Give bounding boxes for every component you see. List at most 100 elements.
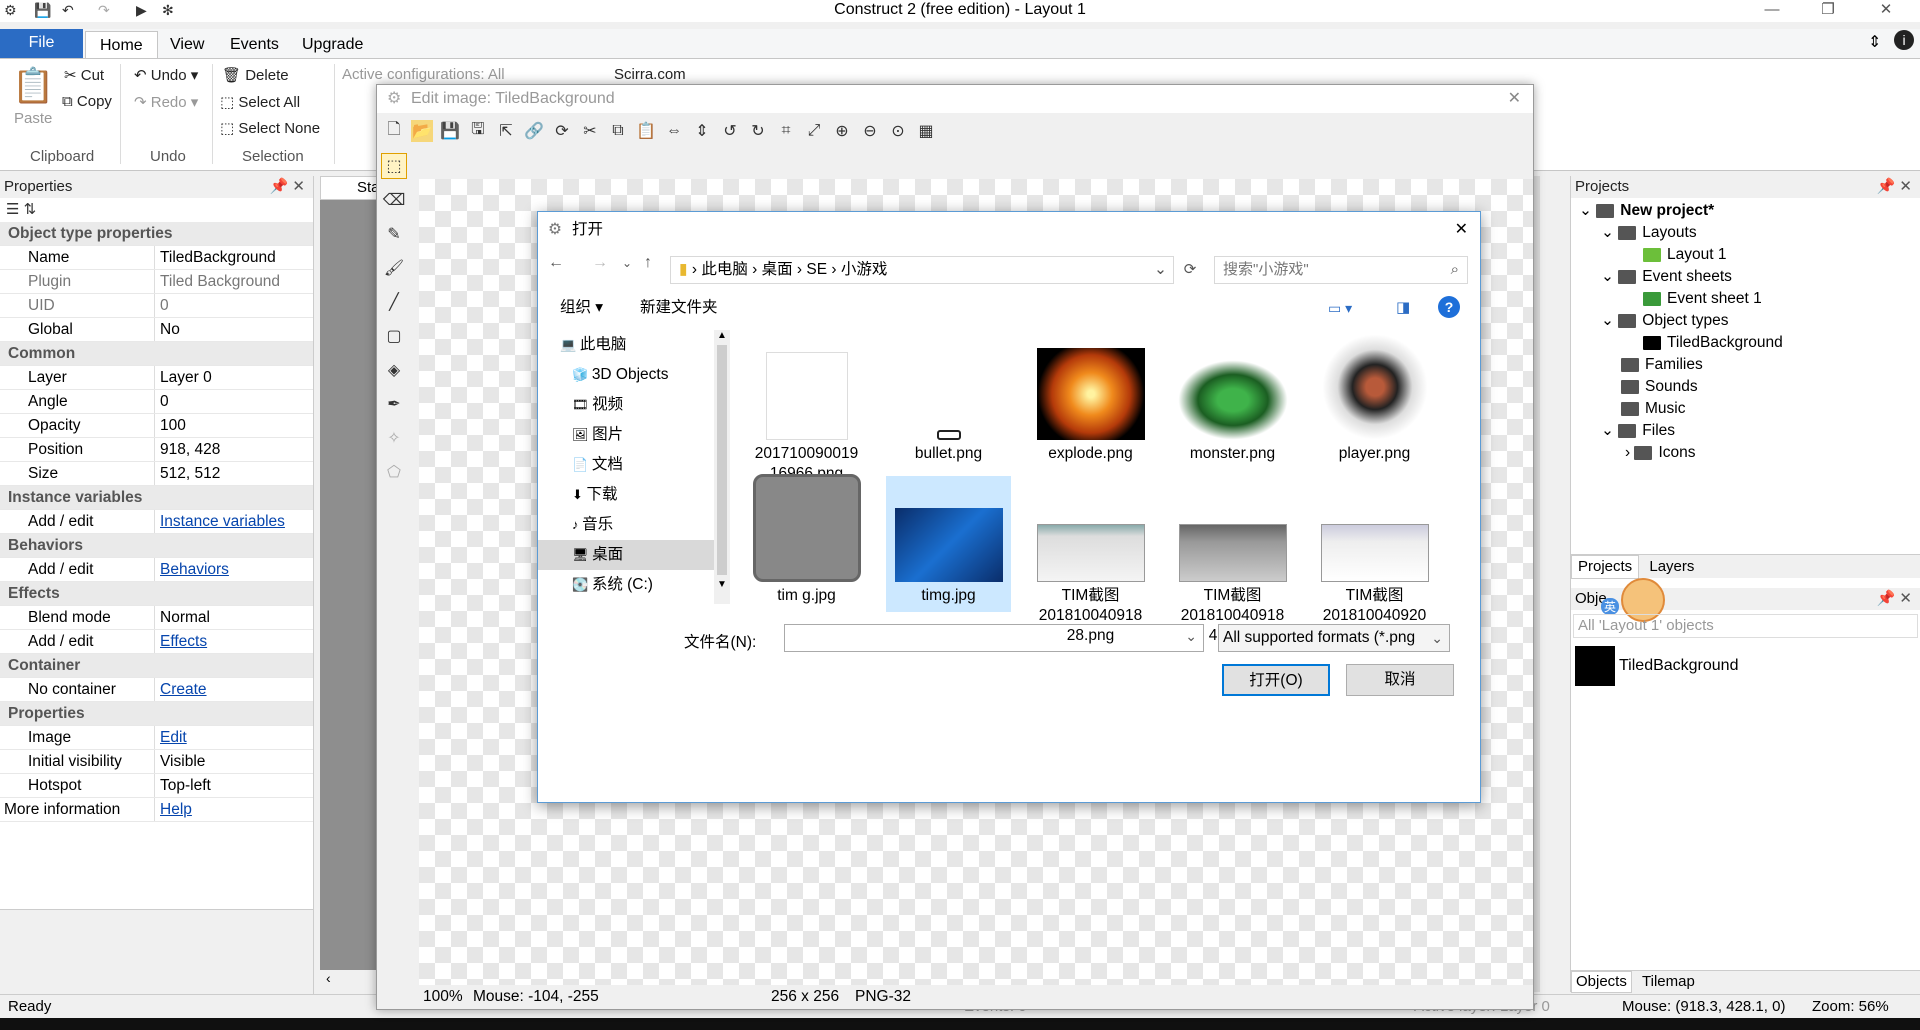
- tree-object-types[interactable]: ⌄ Object types: [1579, 310, 1920, 332]
- tree-layout-1[interactable]: Layout 1: [1579, 244, 1920, 266]
- view-options-icon[interactable]: ▭ ▾: [1328, 296, 1352, 320]
- property-row[interactable]: More information Help: [0, 798, 313, 822]
- nav-item[interactable]: ⬇ 下载: [538, 480, 714, 510]
- scroll-down-icon[interactable]: ▼: [714, 579, 730, 590]
- export-icon[interactable]: ⇱: [495, 120, 517, 142]
- property-row[interactable]: Global No: [0, 318, 313, 342]
- rectangle-select-icon[interactable]: ⬚: [381, 153, 407, 179]
- address-bar[interactable]: ▮ › 此电脑 › 桌面 › SE › 小游戏 ⌄: [670, 256, 1174, 284]
- cancel-button[interactable]: 取消: [1346, 664, 1454, 696]
- tab-view[interactable]: View: [156, 31, 218, 59]
- breadcrumb-item[interactable]: SE: [806, 261, 827, 278]
- close-icon[interactable]: 📌 ✕: [1877, 588, 1912, 610]
- recent-dropdown-icon[interactable]: ⌄: [622, 256, 632, 270]
- breadcrumb-item[interactable]: 小游戏: [841, 261, 888, 278]
- property-category[interactable]: Object type properties: [0, 222, 313, 246]
- vertical-scrollbar[interactable]: [1540, 176, 1560, 992]
- file-item[interactable]: timg.jpg: [886, 476, 1011, 612]
- pencil-icon[interactable]: ✎: [381, 221, 407, 247]
- property-link[interactable]: Edit: [155, 726, 187, 749]
- tree-root[interactable]: ⌄ New project*: [1579, 200, 1920, 222]
- undo-button[interactable]: ↶ Undo ▾: [134, 66, 198, 84]
- tab-home[interactable]: Home: [85, 31, 158, 59]
- breadcrumb-item[interactable]: 桌面: [762, 261, 793, 278]
- nav-item[interactable]: 🧊 3D Objects: [538, 360, 714, 390]
- paste-icon[interactable]: 📋: [635, 120, 657, 142]
- file-item[interactable]: TIM截图 201810040918 28.png: [1028, 476, 1153, 644]
- tree-files[interactable]: ⌄ Files: [1579, 420, 1920, 442]
- property-category[interactable]: Container: [0, 654, 313, 678]
- zoom-out-icon[interactable]: ⊖: [859, 120, 881, 142]
- redo-button[interactable]: ↷ Redo ▾: [134, 93, 198, 111]
- property-row[interactable]: Hotspot Top-left: [0, 774, 313, 798]
- property-row[interactable]: UID 0: [0, 294, 313, 318]
- grid-icon[interactable]: ▦: [915, 120, 937, 142]
- property-link[interactable]: Create: [155, 678, 207, 701]
- categorized-icon[interactable]: ☰: [6, 201, 19, 218]
- rotate-ccw-icon[interactable]: ↺: [719, 120, 741, 142]
- polygon-icon[interactable]: ⬠: [381, 459, 407, 485]
- file-item[interactable]: monster.png: [1170, 334, 1295, 470]
- new-folder-button[interactable]: 新建文件夹: [640, 296, 718, 320]
- flip-horizontal-icon[interactable]: ⇔: [663, 120, 685, 142]
- sort-az-icon[interactable]: ⇅: [24, 201, 37, 218]
- active-config-dropdown[interactable]: Active configurations: All: [342, 66, 505, 83]
- property-link[interactable]: Effects: [155, 630, 207, 653]
- file-tab[interactable]: File: [0, 29, 83, 58]
- up-icon[interactable]: ↑: [644, 254, 652, 272]
- tab-tilemap[interactable]: Tilemap: [1636, 973, 1701, 990]
- info-icon[interactable]: i: [1894, 30, 1914, 50]
- preview-pane-icon[interactable]: ◨: [1396, 296, 1410, 320]
- zoom-in-icon[interactable]: ⊕: [831, 120, 853, 142]
- refresh-icon[interactable]: ⟳: [551, 120, 573, 142]
- nav-item[interactable]: 💽 系统 (C:): [538, 570, 714, 600]
- refresh-icon[interactable]: ⟳: [1178, 256, 1202, 284]
- property-row[interactable]: Name TiledBackground: [0, 246, 313, 270]
- property-row[interactable]: Add / edit Instance variables: [0, 510, 313, 534]
- property-link[interactable]: Instance variables: [155, 510, 285, 533]
- property-row[interactable]: Add / edit Effects: [0, 630, 313, 654]
- select-all-button[interactable]: ⬚ Select All: [220, 93, 300, 111]
- search-input[interactable]: 搜索"小游戏" ⌕: [1214, 256, 1468, 284]
- new-icon[interactable]: 🗋: [383, 120, 405, 142]
- link-icon[interactable]: 🔗: [523, 120, 545, 142]
- cut-button[interactable]: ✂ Cut: [64, 66, 104, 84]
- property-category[interactable]: Properties: [0, 702, 313, 726]
- property-row[interactable]: Plugin Tiled Background: [0, 270, 313, 294]
- color-picker-icon[interactable]: ✒: [381, 391, 407, 417]
- property-row[interactable]: Opacity 100: [0, 414, 313, 438]
- close-icon[interactable]: ✕: [1508, 85, 1521, 113]
- nav-item[interactable]: 🎞 视频: [538, 390, 714, 420]
- property-row[interactable]: Position 918, 428: [0, 438, 313, 462]
- forward-icon[interactable]: →: [592, 254, 608, 272]
- object-item[interactable]: TiledBackground: [1575, 646, 1738, 686]
- tree-sounds[interactable]: Sounds: [1579, 376, 1920, 398]
- property-category[interactable]: Behaviors: [0, 534, 313, 558]
- tab-layers[interactable]: Layers: [1643, 558, 1700, 575]
- file-item[interactable]: explode.png: [1028, 334, 1153, 470]
- file-item[interactable]: tim g.jpg: [744, 474, 869, 612]
- scroll-up-icon[interactable]: ▲: [714, 330, 730, 341]
- property-category[interactable]: Effects: [0, 582, 313, 606]
- breadcrumb-item[interactable]: 此电脑: [701, 261, 748, 278]
- back-icon[interactable]: ←: [548, 254, 564, 272]
- organize-button[interactable]: 组织 ▾: [560, 296, 603, 320]
- filename-input[interactable]: ⌄: [784, 624, 1204, 652]
- property-row[interactable]: No container Create: [0, 678, 313, 702]
- flip-vertical-icon[interactable]: ⇕: [691, 120, 713, 142]
- rectangle-icon[interactable]: ▢: [381, 323, 407, 349]
- objects-filter[interactable]: All 'Layout 1' objects: [1573, 614, 1918, 638]
- tree-icons[interactable]: › Icons: [1579, 442, 1920, 464]
- sort-icon[interactable]: ⇕: [1868, 32, 1881, 52]
- help-icon[interactable]: ?: [1438, 296, 1460, 318]
- close-icon[interactable]: 📌 ✕: [270, 176, 305, 198]
- file-item[interactable]: player.png: [1312, 334, 1437, 470]
- resize-icon[interactable]: ⤢: [803, 120, 825, 142]
- tab-upgrade[interactable]: Upgrade: [288, 31, 377, 59]
- property-row[interactable]: Image Edit: [0, 726, 313, 750]
- paste-button[interactable]: Paste: [14, 110, 52, 127]
- nav-item[interactable]: 💽 软件 (D:): [538, 600, 714, 604]
- layout-tab[interactable]: Sta: [320, 176, 380, 200]
- tree-layouts[interactable]: ⌄ Layouts: [1579, 222, 1920, 244]
- nav-item[interactable]: 💻 此电脑: [538, 330, 714, 360]
